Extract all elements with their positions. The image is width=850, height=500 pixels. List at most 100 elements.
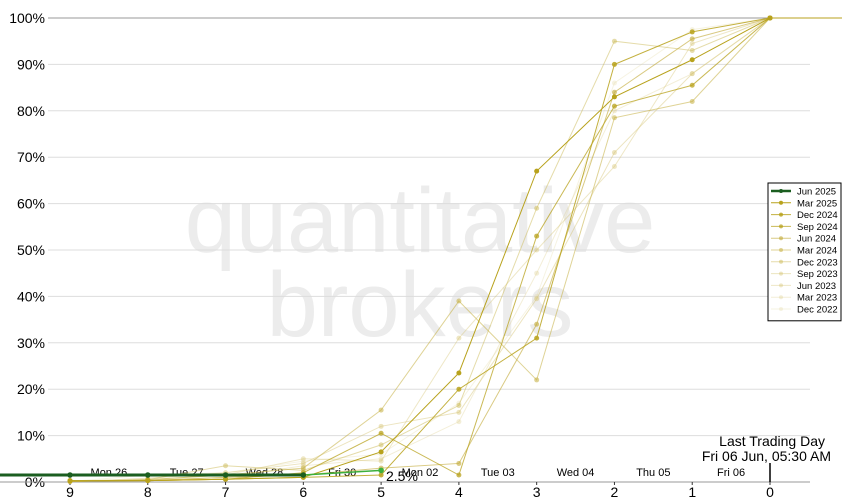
legend-label: Jun 2025 (797, 187, 836, 198)
x-tick-label: 1 (688, 484, 696, 500)
lifecycle-chart: quantitative brokers 0%10%20%30%40%50%60… (0, 10, 842, 500)
data-point (689, 71, 695, 77)
gridlines (48, 17, 810, 483)
x-tick-label: 7 (222, 484, 230, 500)
data-point (378, 407, 384, 413)
y-tick-label: 40% (17, 288, 45, 304)
date-label: Thu 05 (636, 467, 670, 479)
data-point (378, 442, 384, 448)
data-point (378, 430, 384, 436)
y-tick-label: 60% (17, 196, 45, 212)
data-point (378, 458, 384, 464)
data-point (534, 247, 540, 253)
date-label: Tue 03 (481, 467, 515, 479)
data-point (689, 47, 695, 53)
legend-marker (779, 248, 783, 252)
data-point (611, 150, 617, 156)
y-tick-label: 90% (17, 56, 45, 72)
legend-label: Mar 2025 (797, 198, 837, 209)
data-point (534, 321, 540, 327)
legend-label: Dec 2023 (797, 257, 838, 268)
data-point (145, 478, 151, 484)
legend-label: Dec 2024 (797, 210, 838, 221)
data-point (534, 233, 540, 239)
data-point (611, 38, 617, 44)
data-point (67, 478, 73, 484)
data-point (300, 456, 306, 462)
data-point (534, 296, 540, 302)
data-point (300, 472, 307, 478)
legend-label: Sep 2024 (797, 222, 838, 233)
data-point (300, 465, 306, 471)
legend-marker (779, 271, 783, 276)
data-point (689, 41, 695, 47)
date-label: Fri 06 (717, 467, 745, 479)
legend-label: Jun 2024 (797, 234, 836, 245)
last-trading-day-label: Last Trading Day (719, 433, 825, 449)
data-point (534, 270, 540, 276)
data-point (689, 29, 695, 35)
legend-marker (779, 224, 783, 229)
x-tick-label: 0 (766, 484, 774, 500)
legend-marker (779, 295, 783, 300)
data-point (534, 377, 540, 383)
legend-marker (779, 259, 783, 264)
x-tick-label: 8 (144, 484, 152, 500)
x-tick-label: 9 (66, 484, 74, 500)
data-point (456, 335, 462, 341)
y-tick-label: 50% (17, 242, 45, 258)
data-point (456, 460, 462, 466)
data-point (378, 472, 384, 478)
data-point (534, 205, 540, 211)
data-point (689, 82, 695, 88)
date-label: Wed 04 (557, 467, 595, 479)
x-tick-label: 5 (377, 484, 385, 500)
x-tick-label: 2 (611, 484, 619, 500)
legend-marker (779, 236, 783, 241)
data-point (456, 370, 462, 376)
data-point (456, 298, 462, 304)
data-point (67, 472, 73, 478)
legend-marker (779, 212, 783, 217)
current-value-label: 2.5% (386, 468, 418, 484)
data-point (611, 163, 617, 169)
x-axis: 9 8 7 6 5 4 3 2 1 0 (0, 481, 810, 500)
y-axis: 0%10%20%30%40%50%60%70%80%90%100% (9, 10, 45, 490)
legend-label: Mar 2023 (797, 293, 837, 304)
data-point (456, 419, 462, 425)
data-point (300, 460, 306, 466)
y-tick-label: 20% (17, 381, 45, 397)
legend-marker (779, 283, 783, 288)
legend-marker (779, 200, 783, 205)
annotations: 2.5% Last Trading Day Fri 06 Jun, 05:30 … (386, 433, 831, 484)
y-tick-label: 10% (17, 428, 45, 444)
data-point (767, 15, 773, 21)
data-point (223, 463, 229, 469)
data-point (144, 472, 151, 478)
data-point (378, 467, 384, 474)
data-point (456, 472, 462, 478)
y-tick-label: 100% (9, 10, 45, 26)
legend-label: Sep 2023 (797, 269, 838, 280)
y-tick-label: 30% (17, 335, 45, 351)
data-point (611, 61, 617, 67)
data-point (534, 168, 540, 174)
data-point (378, 449, 384, 455)
y-tick-label: 70% (17, 149, 45, 165)
legend-marker (779, 307, 783, 311)
legend: Jun 2025Mar 2025Dec 2024Sep 2024Jun 2024… (767, 182, 842, 322)
x-tick-label: 6 (299, 484, 307, 500)
legend-label: Dec 2022 (797, 305, 838, 316)
data-point (456, 402, 462, 408)
data-point (456, 386, 462, 392)
data-point (611, 80, 617, 86)
data-point (689, 57, 695, 63)
x-tick-label: 3 (533, 484, 541, 500)
data-point (456, 409, 462, 415)
data-point (534, 335, 540, 341)
y-tick-label: 80% (17, 103, 45, 119)
data-point (611, 94, 617, 100)
legend-marker (779, 189, 783, 193)
last-trading-day-datetime: Fri 06 Jun, 05:30 AM (702, 448, 831, 464)
data-point (222, 472, 229, 478)
